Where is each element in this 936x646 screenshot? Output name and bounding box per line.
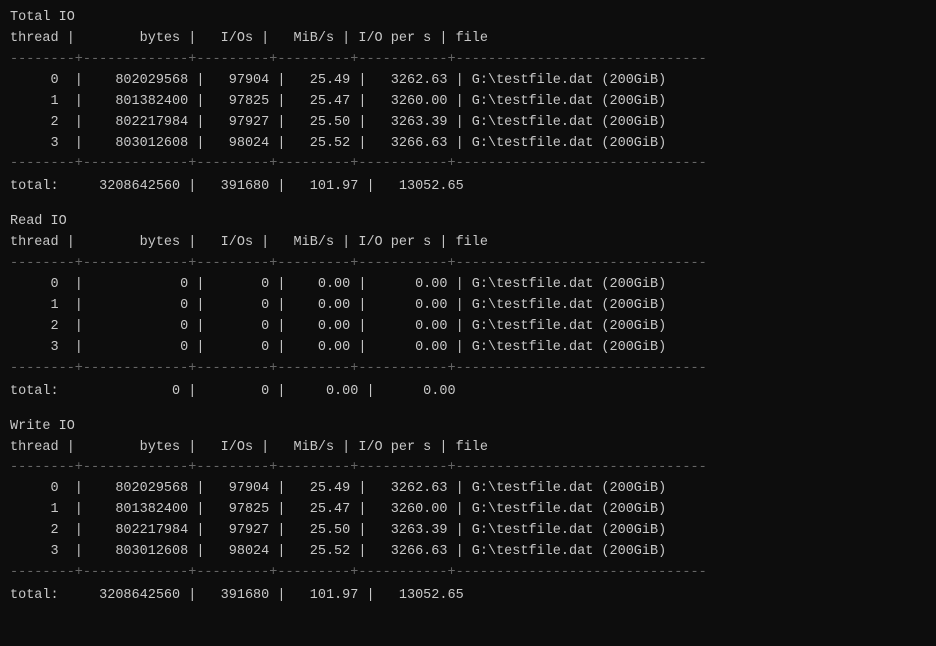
table-column-header: thread | bytes | I/Os | MiB/s | I/O per …: [10, 438, 926, 459]
section-read-io: Read IOthread | bytes | I/Os | MiB/s | I…: [10, 212, 926, 410]
table-divider-top: --------+-------------+---------+-------…: [10, 254, 926, 275]
section-title: Write IO: [10, 417, 926, 438]
table-column-header: thread | bytes | I/Os | MiB/s | I/O per …: [10, 233, 926, 254]
table-row: 3 | 803012608 | 98024 | 25.52 | 3266.63 …: [10, 134, 926, 155]
section-total-io: Total IOthread | bytes | I/Os | MiB/s | …: [10, 8, 926, 206]
table-row: 1 | 801382400 | 97825 | 25.47 | 3260.00 …: [10, 500, 926, 521]
table-divider-bottom: --------+-------------+---------+-------…: [10, 154, 926, 175]
table-row: 1 | 0 | 0 | 0.00 | 0.00 | G:\testfile.da…: [10, 296, 926, 317]
table-row: 0 | 802029568 | 97904 | 25.49 | 3262.63 …: [10, 71, 926, 92]
table-row: 3 | 0 | 0 | 0.00 | 0.00 | G:\testfile.da…: [10, 338, 926, 359]
table-divider-top: --------+-------------+---------+-------…: [10, 50, 926, 71]
table-divider-bottom: --------+-------------+---------+-------…: [10, 359, 926, 380]
table-row: 0 | 802029568 | 97904 | 25.49 | 3262.63 …: [10, 479, 926, 500]
table-row: 2 | 0 | 0 | 0.00 | 0.00 | G:\testfile.da…: [10, 317, 926, 338]
terminal-output: Total IOthread | bytes | I/Os | MiB/s | …: [10, 8, 926, 615]
table-row: 1 | 801382400 | 97825 | 25.47 | 3260.00 …: [10, 92, 926, 113]
table-row: 2 | 802217984 | 97927 | 25.50 | 3263.39 …: [10, 113, 926, 134]
table-divider-top: --------+-------------+---------+-------…: [10, 458, 926, 479]
table-column-header: thread | bytes | I/Os | MiB/s | I/O per …: [10, 29, 926, 50]
table-row: 2 | 802217984 | 97927 | 25.50 | 3263.39 …: [10, 521, 926, 542]
section-write-io: Write IOthread | bytes | I/Os | MiB/s | …: [10, 417, 926, 615]
section-title: Read IO: [10, 212, 926, 233]
table-total-row: total: 3208642560 | 391680 | 101.97 | 13…: [10, 586, 926, 607]
table-row: 0 | 0 | 0 | 0.00 | 0.00 | G:\testfile.da…: [10, 275, 926, 296]
section-title: Total IO: [10, 8, 926, 29]
table-divider-bottom: --------+-------------+---------+-------…: [10, 563, 926, 584]
table-total-row: total: 3208642560 | 391680 | 101.97 | 13…: [10, 177, 926, 198]
table-total-row: total: 0 | 0 | 0.00 | 0.00: [10, 382, 926, 403]
table-row: 3 | 803012608 | 98024 | 25.52 | 3266.63 …: [10, 542, 926, 563]
